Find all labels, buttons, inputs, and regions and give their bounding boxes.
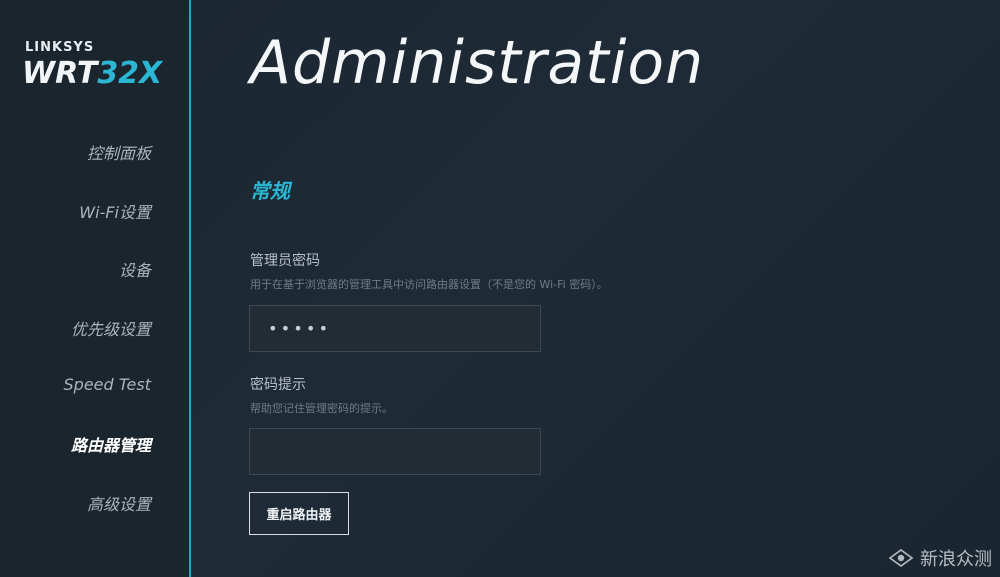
password-hint-input[interactable] (249, 428, 541, 475)
page-title: Administration (250, 28, 705, 98)
watermark-text: 新浪众测 (920, 549, 992, 570)
brand-model-accent: 32X (97, 56, 163, 91)
password-hint-hint: 帮助您记住管理密码的提示。 (250, 402, 393, 415)
reboot-router-button[interactable]: 重启路由器 (249, 492, 349, 535)
sidebar-item-devices[interactable]: 设备 (119, 257, 151, 281)
section-title: 常规 (250, 179, 290, 203)
sidebar: LINKSYS WRT32X 控制面板 Wi-Fi设置 设备 优先级设置 Spe… (0, 0, 189, 577)
router-admin-page: LINKSYS WRT32X 控制面板 Wi-Fi设置 设备 优先级设置 Spe… (0, 0, 1000, 577)
sidebar-item-dashboard[interactable]: 控制面板 (87, 140, 151, 164)
sidebar-item-router-admin[interactable]: 路由器管理 (71, 432, 151, 456)
watermark: 新浪众测 (888, 545, 992, 571)
admin-password-hint: 用于在基于浏览器的管理工具中访问路由器设置（不是您的 Wi-Fi 密码）。 (250, 278, 608, 291)
sina-eye-icon (888, 549, 914, 567)
brand-company: LINKSYS (25, 40, 95, 55)
admin-password-label: 管理员密码 (250, 253, 320, 269)
sidebar-item-wifi-settings[interactable]: Wi-Fi设置 (79, 199, 151, 223)
sidebar-item-advanced[interactable]: 高级设置 (87, 491, 151, 515)
password-hint-label: 密码提示 (250, 377, 306, 393)
admin-password-input[interactable] (249, 305, 541, 352)
brand-model: WRT32X (22, 56, 162, 91)
sidebar-item-speed-test[interactable]: Speed Test (64, 375, 152, 394)
sidebar-divider (189, 0, 191, 577)
sidebar-item-priority[interactable]: 优先级设置 (71, 316, 151, 340)
brand-model-main: WRT (22, 56, 98, 91)
